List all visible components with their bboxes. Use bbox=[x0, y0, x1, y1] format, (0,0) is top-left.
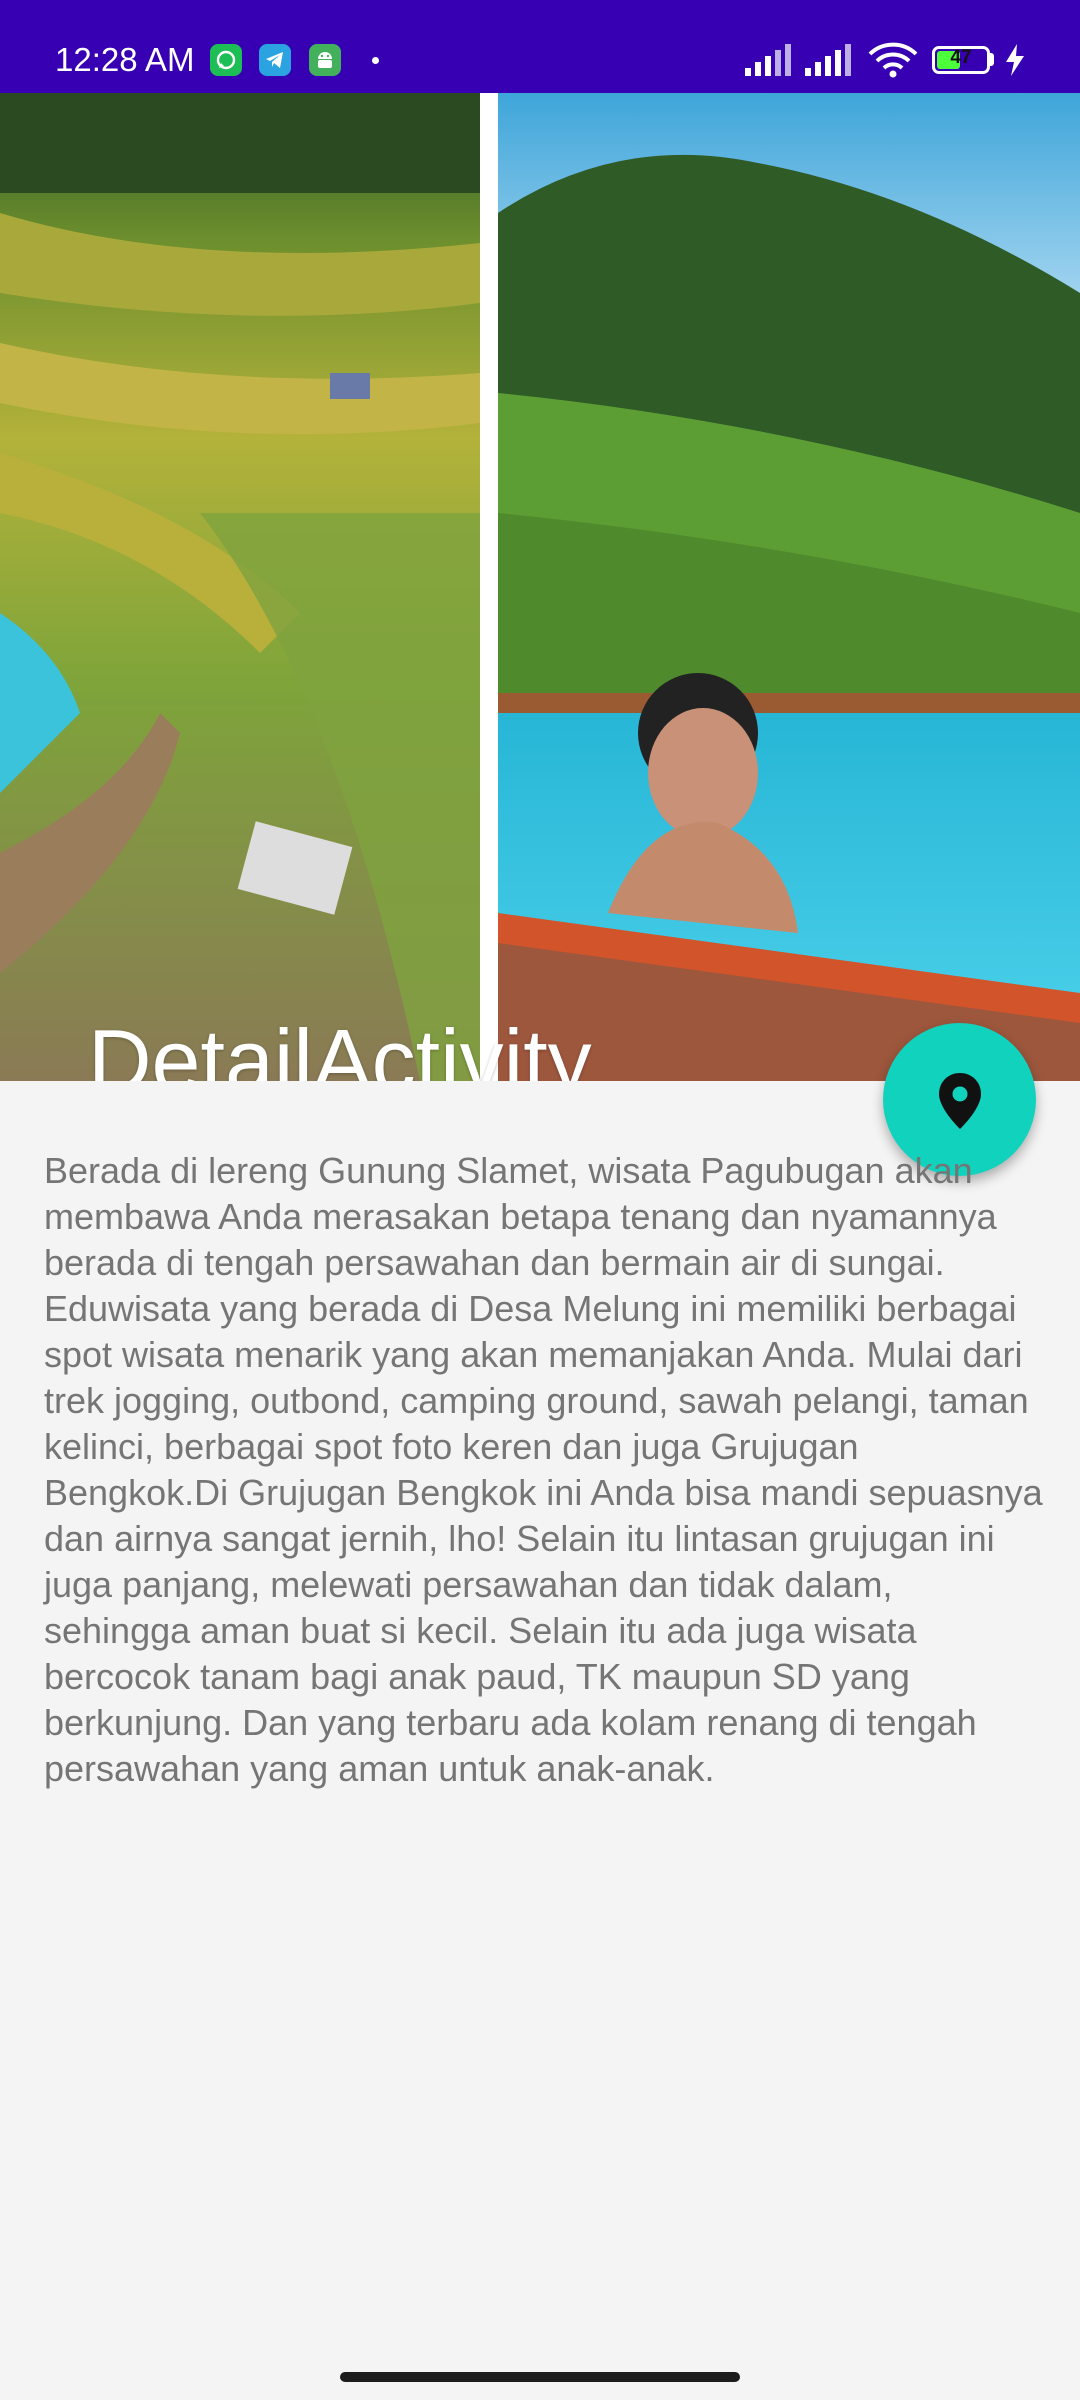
signal-icon bbox=[805, 44, 851, 76]
charging-icon bbox=[1006, 44, 1024, 76]
whatsapp-icon bbox=[210, 44, 242, 76]
battery-level-text: 47 bbox=[950, 47, 972, 68]
signal-icon bbox=[745, 44, 791, 76]
toolbar-title: DetailActivity bbox=[88, 1011, 592, 1081]
description-text: Berada di lereng Gunung Slamet, wisata P… bbox=[44, 1150, 1043, 1789]
rice-terrace-aerial-image bbox=[0, 93, 480, 1081]
dot-icon bbox=[372, 57, 379, 64]
location-pin-icon bbox=[939, 1073, 981, 1129]
battery-tip bbox=[990, 53, 994, 66]
wifi-icon bbox=[868, 42, 918, 78]
android-icon bbox=[309, 44, 341, 76]
battery-icon: 47 bbox=[932, 46, 990, 74]
telegram-icon bbox=[259, 44, 291, 76]
pool-swimmer-image bbox=[498, 93, 1080, 1081]
gesture-nav-handle[interactable] bbox=[340, 2372, 740, 2382]
header-image-area: DetailActivity bbox=[0, 93, 1080, 1081]
status-bar: 12:28 AM 47 bbox=[0, 0, 1080, 93]
status-time: 12:28 AM bbox=[55, 41, 195, 78]
